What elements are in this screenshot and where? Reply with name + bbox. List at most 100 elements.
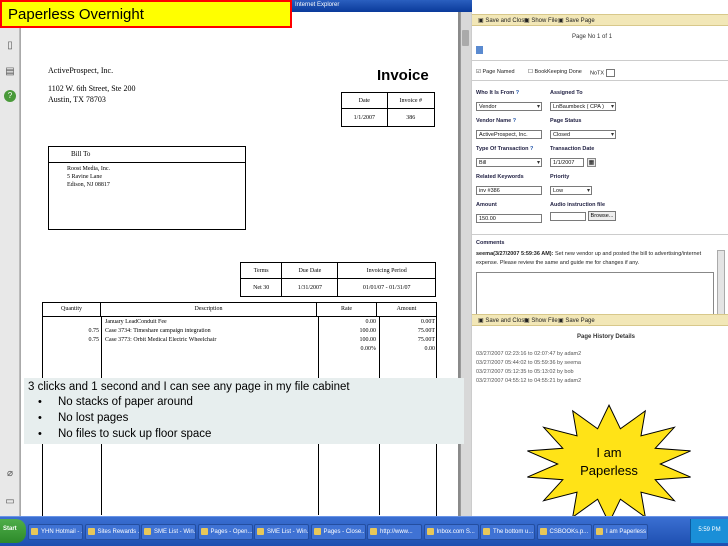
- due-date-value: 1/31/2007: [281, 278, 339, 297]
- table-cell-qty: 0.75: [88, 328, 100, 334]
- transaction-type-label: Type Of Transaction ?: [476, 146, 534, 152]
- amount-input[interactable]: 150.00: [476, 214, 542, 223]
- show-file-button[interactable]: ▣ Show File: [524, 17, 558, 24]
- bullet-item: No lost pages: [28, 410, 464, 426]
- bill-to-label: Bill To: [49, 147, 245, 163]
- taskbar-item[interactable]: The bottom u...: [480, 524, 535, 540]
- save-page-button[interactable]: ▣ Save Page: [558, 317, 595, 324]
- taskbar-item[interactable]: SME List - Win...: [141, 524, 196, 540]
- left-toolbar: ▯ ▤ ? ⌀ ▭: [0, 28, 20, 516]
- slide-title: Paperless Overnight: [0, 0, 292, 28]
- date-label: Date: [341, 92, 388, 109]
- table-cell-rate: 100.00: [359, 328, 377, 334]
- invoice-heading: Invoice: [377, 67, 429, 84]
- bullet-item: No files to suck up floor space: [28, 426, 464, 442]
- show-file-button[interactable]: ▣ Show File: [524, 317, 558, 324]
- who-from-select[interactable]: Vendor: [476, 102, 542, 111]
- bill-to-box: Bill To Roost Media, Inc. 5 Ravine Lane …: [48, 146, 246, 230]
- help-icon[interactable]: ?: [4, 90, 16, 102]
- vendor-name-input[interactable]: ActiveProspect, Inc.: [476, 130, 542, 139]
- notx-checkbox[interactable]: NoTX: [590, 69, 615, 77]
- bill-to-line: Edison, NJ 08817: [67, 182, 110, 188]
- taskbar-item[interactable]: Inbox.com S...: [423, 524, 479, 540]
- taskbar: Start YHN Hotmail - ... Sites Rewards ...…: [0, 516, 728, 546]
- scrollbar-thumb[interactable]: [462, 30, 469, 46]
- browse-button[interactable]: Browse...: [588, 211, 616, 221]
- column-header: Rate: [317, 303, 377, 316]
- page-number: Page No 1 of 1: [572, 34, 613, 40]
- priority-select[interactable]: Low: [550, 186, 592, 195]
- page-status-select[interactable]: Closed: [550, 130, 616, 139]
- invoicing-period-label: Invoicing Period: [337, 262, 436, 279]
- priority-label: Priority: [550, 174, 570, 180]
- save-page-button[interactable]: ▣ Save Page: [558, 17, 595, 24]
- invoice-number: 386: [386, 108, 436, 127]
- page-thumbnail-icon[interactable]: [476, 46, 483, 54]
- bookkeeping-checkbox[interactable]: ☐ BookKeeping Done: [528, 69, 582, 75]
- attachment-icon[interactable]: ⌀: [4, 468, 16, 480]
- comment-entry: seema(3/27/2007 5:59:36 AM): Set new ven…: [476, 250, 714, 268]
- invoice-date-table: Date Invoice # 1/1/2007 386: [341, 92, 436, 127]
- save-close-button[interactable]: ▣ Save and Close: [478, 17, 528, 24]
- callout-headline: 3 clicks and 1 second and I can see any …: [28, 381, 350, 393]
- window-title: Internet Explorer: [292, 0, 472, 12]
- audio-file-input[interactable]: [550, 212, 586, 221]
- layers-icon[interactable]: ▤: [4, 66, 16, 78]
- table-cell-rate: 0.00: [365, 319, 377, 325]
- column-header: Description: [101, 303, 317, 316]
- company-address-line2: Austin, TX 78703: [48, 95, 106, 104]
- page-named-checkbox[interactable]: ☑ Page Named: [476, 69, 515, 75]
- table-cell-desc: Case 3773: Orbit Medical Electric Wheelc…: [105, 337, 217, 343]
- table-row: January LeadConduit Fee 0.00 0.00T: [43, 319, 438, 328]
- taskbar-item[interactable]: SME List - Win...: [254, 524, 309, 540]
- new-comment-textarea[interactable]: [476, 272, 714, 316]
- start-button[interactable]: Start: [0, 519, 26, 543]
- comment-icon[interactable]: ▭: [4, 496, 16, 508]
- taskbar-item[interactable]: Sites Rewards ...: [84, 524, 140, 540]
- assigned-to-select[interactable]: LnBaumbeck ( CPA ): [550, 102, 616, 111]
- page-history-list: 03/27/2007 02:23:16 to 02:07:47 by adam2…: [476, 350, 581, 386]
- table-cell-qty: 0.75: [88, 337, 100, 343]
- company-address-line1: 1102 W. 6th Street, Ste 200: [48, 84, 136, 93]
- table-cell-desc: January LeadConduit Fee: [105, 319, 167, 325]
- table-cell-rate: 0.00%: [360, 346, 377, 352]
- bill-to-line: 5 Ravine Lane: [67, 174, 102, 180]
- starburst-line1: I am: [596, 445, 621, 460]
- amount-label: Amount: [476, 202, 497, 208]
- paperless-starburst: I am Paperless: [527, 403, 691, 522]
- taskbar-item[interactable]: CSBOOKs.p...: [536, 524, 592, 540]
- taskbar-item[interactable]: http://www...: [367, 524, 422, 540]
- comments-scrollbar[interactable]: [717, 250, 725, 316]
- callout-note: 3 clicks and 1 second and I can see any …: [24, 378, 464, 444]
- taskbar-item[interactable]: YHN Hotmail - ...: [28, 524, 83, 540]
- related-keywords-label: Related Keywords: [476, 174, 524, 180]
- due-date-label: Due Date: [281, 262, 339, 279]
- taskbar-item[interactable]: Pages - Close...: [310, 524, 366, 540]
- related-keywords-input[interactable]: inv #386: [476, 186, 542, 195]
- taskbar-item[interactable]: I am Paperless: [593, 524, 648, 540]
- terms-table: Terms Due Date Invoicing Period Net 30 1/31…: [239, 262, 436, 297]
- transaction-type-select[interactable]: Bill: [476, 158, 542, 167]
- company-name: ActiveProspect, Inc.: [48, 66, 114, 75]
- table-row: 0.00% 0.00: [43, 346, 438, 355]
- calendar-icon[interactable]: ▦: [587, 158, 596, 167]
- vendor-name-label: Vendor Name ?: [476, 118, 517, 124]
- taskbar-item[interactable]: Pages - Open...: [197, 524, 253, 540]
- history-entry: 03/27/2007 05:12:35 to 05:13:02 by bob: [476, 369, 574, 375]
- line-items-header: Quantity Description Rate Amount: [43, 303, 436, 317]
- transaction-date-input[interactable]: 1/1/2007: [550, 158, 584, 167]
- table-row: 0.75 Case 3734: Timeshare campaign integr…: [43, 328, 438, 337]
- panel-toolbar-bottom: ▣ Save and Close ▣ Show File ▣ Save Page: [472, 314, 728, 326]
- history-entry: 03/27/2007 04:55:12 to 04:55:21 by adam2: [476, 378, 582, 384]
- table-cell-desc: Case 3734: Timeshare campaign integratio…: [105, 328, 211, 334]
- transaction-date-label: Transaction Date: [550, 146, 595, 152]
- taskbar-clock: 5:59 PM: [690, 519, 728, 543]
- bill-to-line: Roost Media, Inc.: [67, 166, 110, 172]
- history-entry: 03/27/2007 05:44:02 to 05:59:36 by seema: [476, 360, 581, 366]
- page-status-label: Page Status: [550, 118, 582, 124]
- table-cell-amount: 75.00T: [417, 337, 435, 343]
- pages-icon[interactable]: ▯: [4, 40, 16, 52]
- save-close-button[interactable]: ▣ Save and Close: [478, 317, 528, 324]
- table-cell-amount: 0.00: [424, 346, 436, 352]
- terms-value: Net 30: [239, 278, 283, 297]
